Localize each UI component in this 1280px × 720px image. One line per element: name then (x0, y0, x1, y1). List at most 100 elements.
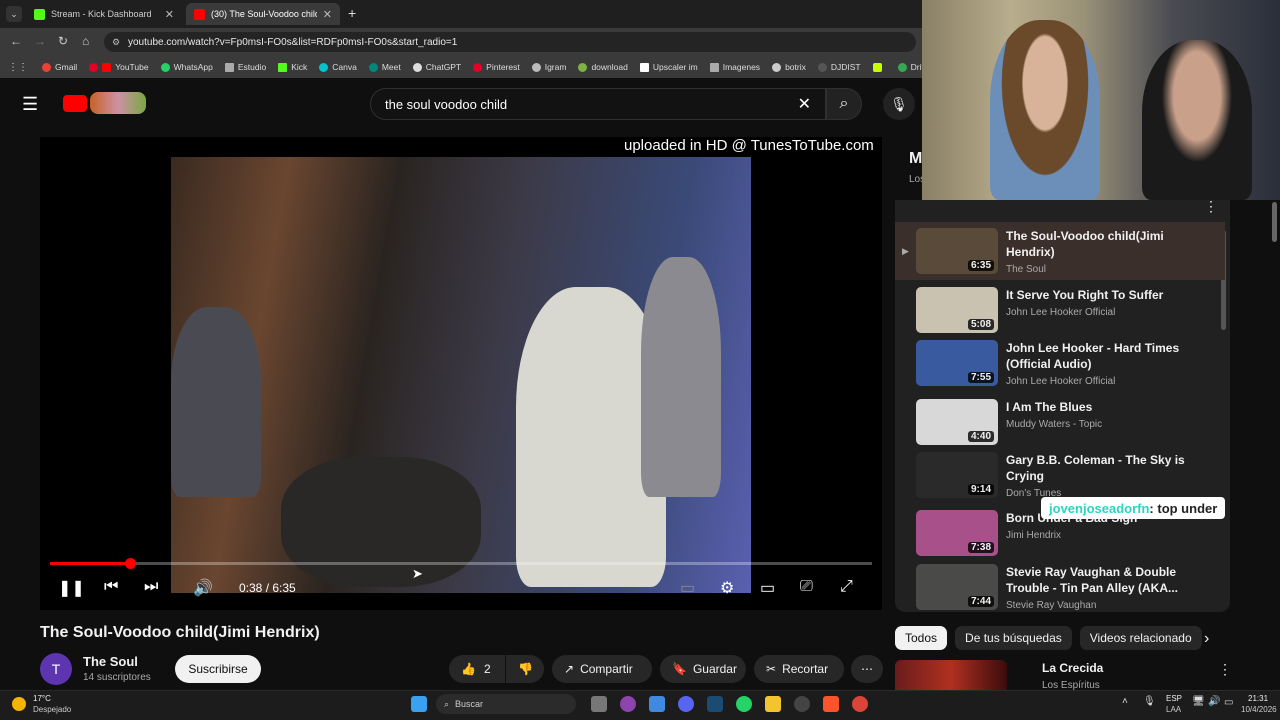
chip-busquedas[interactable]: De tus búsquedas (955, 626, 1072, 650)
steam-icon[interactable] (707, 696, 723, 712)
playlist-item[interactable]: 4:40 I Am The Blues Muddy Waters - Topic (895, 399, 1225, 455)
battery-icon[interactable]: ▭ (1224, 697, 1233, 708)
weather-icon[interactable] (12, 697, 26, 711)
apps-icon[interactable]: ⋮⋮ (8, 62, 28, 73)
close-icon[interactable]: ✕ (165, 8, 174, 21)
bookmark-d[interactable] (872, 62, 886, 72)
share-button[interactable]: ↗ Compartir (552, 655, 652, 683)
bookmark-pinterest[interactable]: Pinterest (473, 62, 520, 72)
scrollbar-page[interactable] (1272, 202, 1277, 242)
forward-icon[interactable]: → (34, 34, 46, 48)
channel-avatar[interactable]: T (40, 653, 72, 685)
video-frame[interactable] (171, 157, 751, 593)
recommended-options-icon[interactable]: ⋮ (1218, 661, 1232, 678)
bookmark-botrix[interactable]: botrix (772, 62, 806, 72)
chip-relacionados[interactable]: Videos relacionado (1079, 626, 1202, 650)
tab-youtube[interactable]: (30) The Soul-Voodoo child ✕ (186, 3, 340, 25)
like-button[interactable]: 👍 2 (449, 655, 505, 683)
playlist-item-title[interactable]: The Soul-Voodoo child(Jimi Hendrix) (1006, 228, 1186, 260)
speaker-icon[interactable]: 🔊 (1208, 696, 1220, 707)
tray-chevron-icon[interactable]: ˄ (1122, 696, 1128, 707)
url-field[interactable]: ⚙ youtube.com/watch?v=Fp0msI-FO0s&list=R… (104, 32, 916, 52)
youtube-logo[interactable] (63, 95, 87, 112)
chrome-icon[interactable] (852, 696, 868, 712)
pause-button[interactable]: ❚❚ (58, 578, 85, 598)
search-input[interactable]: the soul voodoo child ✕ (370, 88, 826, 120)
playlist-item[interactable]: 5:08 It Serve You Right To Suffer John Lee… (895, 287, 1225, 343)
app-icon-purple[interactable] (620, 696, 636, 712)
language-code[interactable]: ESP (1166, 694, 1182, 703)
taskbar-search[interactable]: ⌕ Buscar (436, 694, 576, 714)
more-actions-button[interactable]: ⋯ (851, 655, 883, 683)
progress-track[interactable] (50, 562, 872, 565)
windows-start-icon[interactable] (411, 696, 427, 712)
cast-icon[interactable]: ⎚ (800, 578, 813, 596)
playlist-thumbnail[interactable]: 9:14 (916, 452, 998, 498)
close-icon[interactable]: ✕ (323, 8, 332, 21)
bookmark-meet[interactable]: Meet (368, 62, 401, 72)
playlist-item[interactable]: 7:55 John Lee Hooker - Hard Times (Offici… (895, 340, 1225, 396)
bookmark-chatgpt[interactable]: ChatGPT (412, 62, 461, 72)
bookmark-kick[interactable]: Kick (278, 62, 307, 72)
playlist-item[interactable]: 7:44 Stevie Ray Vaughan & Double Trouble … (895, 564, 1225, 620)
bookmark-youtube[interactable]: YouTube (89, 62, 149, 72)
save-button[interactable]: 🔖 Guardar (660, 655, 746, 683)
playlist-item-title[interactable]: Stevie Ray Vaughan & Double Trouble - Ti… (1006, 564, 1186, 596)
home-icon[interactable]: ⌂ (82, 34, 89, 48)
clip-button[interactable]: ✂ Recortar (754, 655, 844, 683)
playlist-thumbnail[interactable]: 4:40 (916, 399, 998, 445)
bookmark-download[interactable]: download (578, 62, 628, 72)
fullscreen-icon[interactable]: ⤢ (840, 578, 853, 596)
playlist-thumbnail[interactable]: 7:44 (916, 564, 998, 610)
next-button[interactable]: ⏭ (144, 578, 158, 596)
theater-mode-icon[interactable]: ▭ (760, 578, 775, 598)
playlist-thumbnail[interactable]: 7:38 (916, 510, 998, 556)
subtitles-icon[interactable]: ▭ (680, 578, 695, 598)
voice-search-button[interactable]: 🎙 (883, 88, 915, 120)
progress-scrubber[interactable] (125, 558, 136, 569)
bookmark-imagenes[interactable]: Imagenes (709, 62, 760, 72)
network-icon[interactable]: 🖥 (1192, 696, 1205, 707)
file-explorer-icon[interactable] (765, 696, 781, 712)
bookmark-whatsapp[interactable]: WhatsApp (160, 62, 213, 72)
bookmark-gmail[interactable]: Gmail (42, 62, 77, 72)
playlist-item-title[interactable]: John Lee Hooker - Hard Times (Official A… (1006, 340, 1186, 372)
dislike-button[interactable]: 👎 (506, 655, 544, 683)
playlist-item-title[interactable]: I Am The Blues (1006, 399, 1186, 415)
channel-name[interactable]: The Soul (83, 654, 138, 669)
bookmark-canva[interactable]: Canva (319, 62, 357, 72)
playlist-item-title[interactable]: Gary B.B. Coleman - The Sky is Crying (1006, 452, 1186, 484)
settings-icon[interactable]: ⚙ (720, 578, 734, 598)
back-icon[interactable]: ← (10, 34, 22, 48)
previous-button[interactable]: ⏮ (104, 578, 118, 596)
tab-menu-icon[interactable]: ⌄ (6, 6, 22, 22)
playlist-thumbnail[interactable]: 6:35 (916, 228, 998, 274)
clear-search-icon[interactable]: ✕ (798, 94, 811, 114)
site-info-icon[interactable]: ⚙ (112, 37, 120, 48)
menu-icon[interactable]: ☰ (22, 94, 38, 115)
playlist-thumbnail[interactable]: 5:08 (916, 287, 998, 333)
discord-icon[interactable] (678, 696, 694, 712)
volume-icon[interactable]: 🔊 (193, 578, 213, 598)
task-view-icon[interactable] (591, 696, 607, 712)
recommended-thumb[interactable] (895, 660, 1007, 690)
obs-icon[interactable] (794, 696, 810, 712)
chevron-right-icon[interactable]: › (1204, 630, 1209, 648)
playlist-options-icon[interactable]: ⋮ (1204, 198, 1218, 215)
brave-icon[interactable] (823, 696, 839, 712)
bookmark-djdist[interactable]: DJDIST (817, 62, 861, 72)
reload-icon[interactable]: ↻ (58, 34, 68, 48)
bookmark-igram[interactable]: Igram (531, 62, 566, 72)
search-button[interactable]: ⌕ (826, 88, 862, 120)
app-icon-notes[interactable] (649, 696, 665, 712)
subscribe-button[interactable]: Suscribirse (175, 655, 261, 683)
bookmark-upscaler[interactable]: Upscaler im (639, 62, 698, 72)
bookmark-estudio[interactable]: Estudio (224, 62, 266, 72)
mic-tray-icon[interactable]: 🎙 (1143, 696, 1156, 707)
whatsapp-icon[interactable] (736, 696, 752, 712)
playlist-item-title[interactable]: It Serve You Right To Suffer (1006, 287, 1186, 303)
clock-time[interactable]: 21:31 (1248, 694, 1268, 703)
new-tab-button[interactable]: + (348, 5, 356, 21)
chip-todos[interactable]: Todos (895, 626, 948, 650)
playlist-thumbnail[interactable]: 7:55 (916, 340, 998, 386)
